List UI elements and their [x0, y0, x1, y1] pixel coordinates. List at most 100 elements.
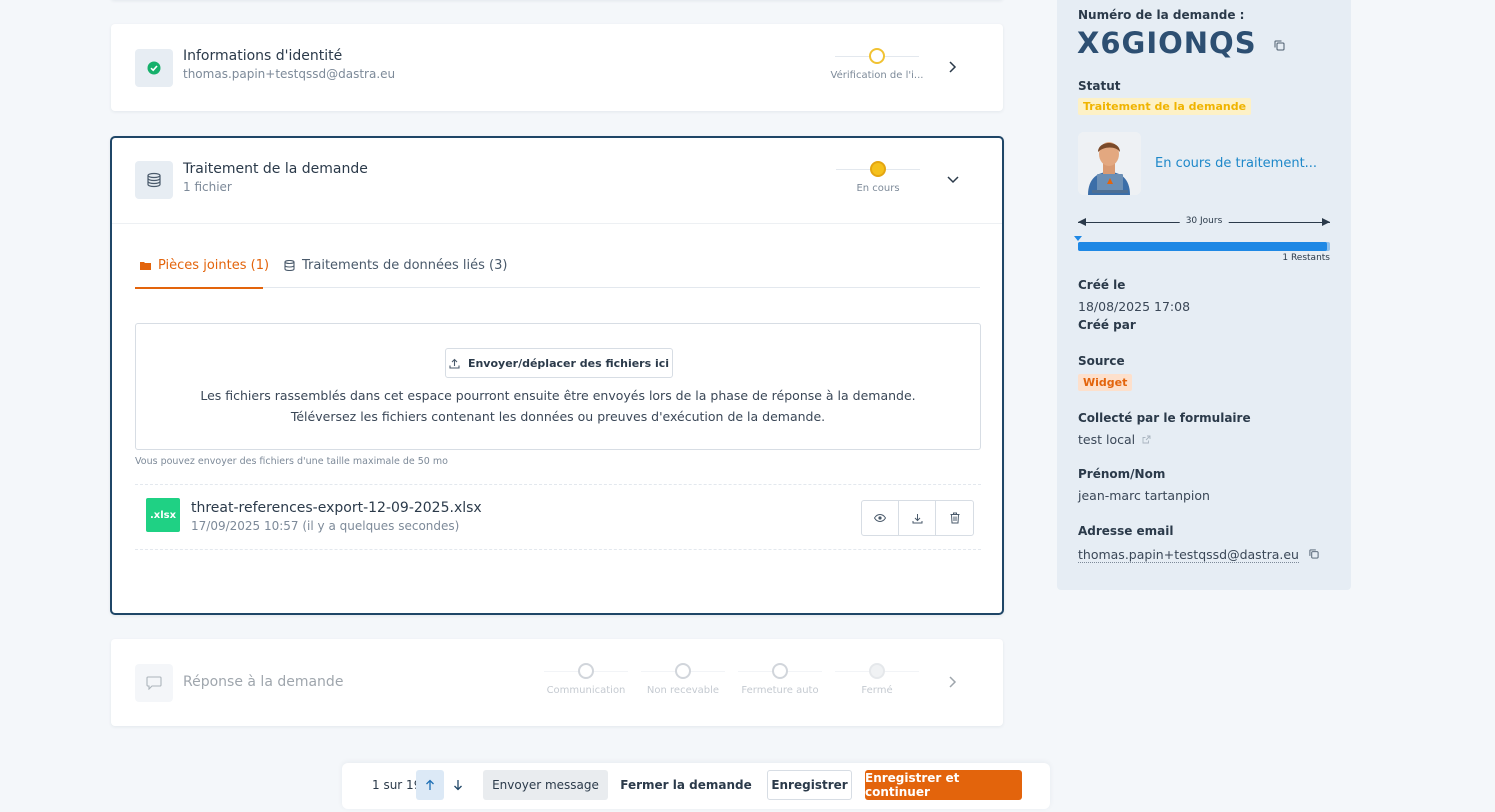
form-value[interactable]: test local	[1078, 432, 1151, 447]
request-number-value: X6GIONQS	[1077, 26, 1257, 60]
active-tab-indicator	[135, 287, 263, 289]
email-label: Adresse email	[1078, 524, 1174, 538]
tab-attachments-label: Pièces jointes (1)	[158, 258, 270, 273]
form-label: Collecté par le formulaire	[1078, 411, 1251, 425]
source-badge: Widget	[1078, 374, 1133, 391]
processing-stage: En cours	[830, 158, 926, 194]
created-label: Créé le	[1078, 278, 1126, 292]
request-number-label: Numéro de la demande :	[1078, 8, 1245, 22]
processing-step-icon	[135, 161, 173, 199]
pager-text: 1 sur 19	[372, 778, 422, 792]
identity-step-title: Informations d'identité	[183, 48, 343, 64]
stage-dot-active	[870, 161, 886, 177]
file-row: .xlsx threat-references-export-12-09-202…	[135, 484, 981, 550]
processing-step-title: Traitement de la demande	[183, 161, 368, 177]
previous-request-button[interactable]	[416, 770, 444, 800]
response-step-icon	[135, 664, 173, 702]
file-date: 17/09/2025 10:57 (il y a quelques second…	[191, 519, 460, 533]
tab-linked-processings-label: Traitements de données liés (3)	[302, 258, 508, 273]
deadline-progress-bar	[1078, 242, 1330, 251]
chevron-right-icon[interactable]	[942, 672, 962, 692]
stage-label: Non recevable	[646, 685, 720, 696]
stage-dot	[578, 663, 594, 679]
close-request-button[interactable]: Fermer la demande	[620, 770, 752, 800]
save-and-continue-button[interactable]: Enregistrer et continuer	[865, 770, 1022, 800]
xlsx-file-icon: .xlsx	[146, 498, 180, 532]
name-value: jean-marc tartanpion	[1078, 488, 1210, 503]
email-value: thomas.papin+testqssd@dastra.eu	[1078, 547, 1319, 563]
identity-step-subtitle: thomas.papin+testqssd@dastra.eu	[183, 67, 396, 81]
response-step-card[interactable]: Réponse à la demande Communication Non r…	[111, 639, 1003, 726]
timeline-days-label: 30 Jours	[1179, 216, 1229, 226]
stage-dot	[675, 663, 691, 679]
chevron-down-icon[interactable]	[943, 169, 963, 189]
identity-stage-label: Vérification de l'i...	[830, 70, 924, 81]
upload-files-button[interactable]: Envoyer/déplacer des fichiers ici	[445, 348, 673, 378]
email-value-text[interactable]: thomas.papin+testqssd@dastra.eu	[1078, 547, 1299, 563]
tab-attachments[interactable]: Pièces jointes (1)	[140, 258, 269, 273]
download-file-button[interactable]	[899, 501, 936, 535]
created-by-label: Créé par	[1078, 318, 1136, 332]
progress-marker	[1074, 236, 1082, 241]
response-stage-ferme: Fermé	[829, 660, 925, 696]
check-circle-icon	[147, 61, 161, 75]
external-link-icon[interactable]	[1142, 435, 1151, 444]
trash-icon	[950, 512, 959, 524]
response-stage-non-recevable: Non recevable	[635, 660, 731, 696]
deadline-progress-fill	[1078, 242, 1328, 251]
processing-status-link[interactable]: En cours de traitement...	[1155, 156, 1317, 171]
request-number: X6GIONQS	[1077, 26, 1285, 60]
person-laptop-illustration	[1078, 132, 1141, 195]
database-icon	[147, 172, 161, 188]
view-file-button[interactable]	[862, 501, 899, 535]
identity-stage: Vérification de l'i...	[829, 45, 925, 81]
card-divider	[112, 223, 1002, 224]
tab-linked-processings[interactable]: Traitements de données liés (3)	[284, 258, 507, 273]
stage-label: Communication	[546, 685, 626, 696]
form-value-text: test local	[1078, 432, 1136, 447]
source-label: Source	[1078, 354, 1125, 368]
stage-label: Fermé	[861, 685, 893, 696]
name-label: Prénom/Nom	[1078, 467, 1166, 481]
upload-files-label: Envoyer/déplacer des fichiers ici	[467, 356, 670, 370]
stage-label: Fermeture auto	[741, 685, 819, 696]
dropzone-description: Les fichiers rassemblés dans cet espace …	[200, 388, 916, 424]
remaining-days-label: 1 Restants	[1282, 253, 1330, 263]
bottom-action-bar: 1 sur 19 Envoyer message Fermer la deman…	[342, 763, 1050, 809]
processing-stage-label: En cours	[856, 183, 900, 194]
stage-dot-pending	[869, 48, 885, 64]
response-stage-communication: Communication	[538, 660, 634, 696]
avatar	[1078, 132, 1141, 195]
arrow-up-icon	[426, 779, 434, 790]
created-value: 18/08/2025 17:08	[1078, 299, 1191, 314]
status-label: Statut	[1078, 79, 1121, 93]
file-actions	[861, 500, 974, 536]
file-name[interactable]: threat-references-export-12-09-2025.xlsx	[191, 500, 482, 516]
response-step-title: Réponse à la demande	[183, 674, 344, 690]
download-icon	[912, 513, 922, 523]
stack-icon	[284, 260, 295, 271]
copy-icon[interactable]	[1274, 40, 1285, 51]
deadline-timeline: 30 Jours	[1078, 216, 1330, 228]
eye-icon	[874, 514, 886, 522]
chat-bubble-icon	[146, 676, 162, 690]
arrow-down-icon	[454, 780, 462, 791]
stage-dot	[772, 663, 788, 679]
delete-file-button[interactable]	[936, 501, 973, 535]
chevron-right-icon[interactable]	[942, 57, 962, 77]
copy-icon[interactable]	[1309, 549, 1319, 559]
response-stage-fermeture-auto: Fermeture auto	[732, 660, 828, 696]
upload-icon	[449, 358, 460, 369]
folder-icon	[140, 262, 151, 270]
identity-step-card[interactable]: Informations d'identité thomas.papin+tes…	[111, 24, 1003, 111]
max-size-note: Vous pouvez envoyer des fichiers d'une t…	[135, 456, 448, 467]
next-request-button[interactable]	[444, 770, 472, 800]
status-badge: Traitement de la demande	[1078, 98, 1252, 115]
send-message-button[interactable]: Envoyer message	[483, 770, 608, 800]
save-button[interactable]: Enregistrer	[767, 770, 852, 800]
processing-step-card[interactable]: Traitement de la demande 1 fichier En co…	[110, 136, 1004, 615]
request-details-sidebar: Numéro de la demande : X6GIONQS Statut T…	[1057, 0, 1351, 590]
processing-step-subtitle: 1 fichier	[183, 180, 232, 194]
identity-step-icon	[135, 49, 173, 87]
file-dropzone[interactable]: Envoyer/déplacer des fichiers ici Les fi…	[135, 323, 981, 450]
